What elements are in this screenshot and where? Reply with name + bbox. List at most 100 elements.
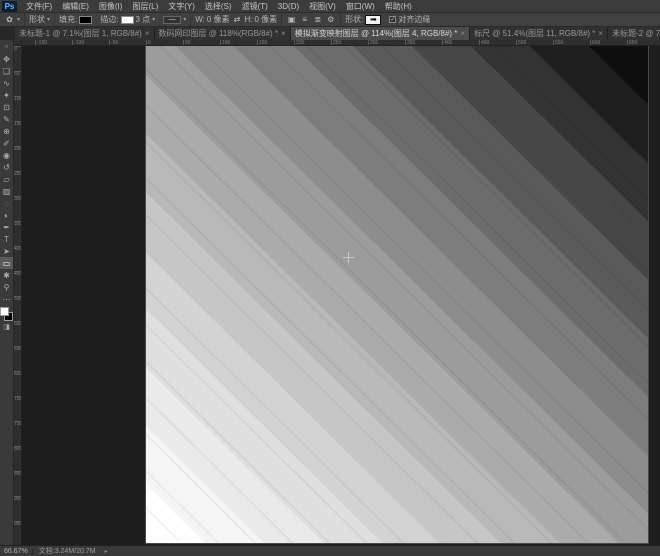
height-value[interactable]: 0 像素 xyxy=(255,14,278,25)
document-tab[interactable]: 未标题-2 @ 73.2%(图层 1, RGB/8#) *× xyxy=(608,27,660,40)
gradient-tool-icon[interactable]: ▨ xyxy=(0,185,13,197)
document-tab-bar: 未标题-1 @ 7.1%(图层 1, RGB/8#) × 数码网印图层 @ 118%… xyxy=(0,27,660,40)
menu-item[interactable]: 编辑(E) xyxy=(57,0,94,13)
document-tab[interactable]: 标尺 @ 51.4%(图层 11, RGB/8#) * × xyxy=(470,27,609,40)
custom-shape-picker[interactable]: 形状: ➡ xyxy=(341,13,385,26)
blur-tool-icon[interactable]: ◌ xyxy=(0,197,13,209)
path-alignment-icon[interactable]: ≡ xyxy=(299,14,310,25)
ruler-tick-label: 300 xyxy=(368,40,379,46)
menu-items: 文件(F) 编辑(E) 图像(I) 图层(L) 文字(Y) 选择(S) 滤镜(T) 3D(D)… xyxy=(21,0,417,13)
ruler-tick-label: 750 xyxy=(14,421,22,427)
quick-selection-tool-icon[interactable]: ✦ xyxy=(0,89,13,101)
menu-item[interactable]: 窗口(W) xyxy=(341,0,380,13)
ruler-tick-label: 50 xyxy=(183,40,191,46)
ruler-tick-label: 0 xyxy=(146,40,151,46)
ruler-tick-label: 400 xyxy=(14,246,22,252)
type-tool-icon[interactable]: T xyxy=(0,233,13,245)
dodge-tool-icon[interactable]: ◐ xyxy=(0,209,13,221)
tool-list: ✥ ❏ ∿ ✦ ⊡ ✎ ⊕ ✐ ◉ ↺ ▱ ▨ ◌ ◐ ✒ T ➤ ▭ ✱ ⚲ ⋯ xyxy=(0,53,13,305)
ruler-tick-label: 700 xyxy=(14,396,22,402)
foreground-color-swatch[interactable] xyxy=(0,307,9,316)
ruler-tick-label: 100 xyxy=(14,96,22,102)
width-value[interactable]: 0 像素 xyxy=(207,14,230,25)
ruler-tick-label: 550 xyxy=(14,321,22,327)
history-brush-tool-icon[interactable]: ↺ xyxy=(0,161,13,173)
menu-item[interactable]: 图像(I) xyxy=(94,0,128,13)
eyedropper-tool-icon[interactable]: ✎ xyxy=(0,113,13,125)
ruler-tick-label: 0 xyxy=(14,46,21,52)
more-tools-icon[interactable]: ⋯ xyxy=(0,293,13,305)
menu-item[interactable]: 文件(F) xyxy=(21,0,57,13)
photoshop-logo: Ps xyxy=(2,0,17,12)
marquee-tool-icon[interactable]: ❏ xyxy=(0,65,13,77)
tab-close-icon[interactable]: × xyxy=(281,29,286,38)
document-tab[interactable]: 数码网印图层 @ 118%(RGB/8#) * × xyxy=(154,27,291,40)
clone-stamp-tool-icon[interactable]: ◉ xyxy=(0,149,13,161)
move-tool-icon[interactable]: ✥ xyxy=(0,53,13,65)
menu-item[interactable]: 图层(L) xyxy=(127,0,163,13)
toolbar-collapse-icon[interactable]: « xyxy=(0,41,13,53)
ruler-tick-label: 200 xyxy=(294,40,305,46)
stroke-style-select[interactable]: — ▾ xyxy=(159,13,192,26)
menu-item[interactable]: 视图(V) xyxy=(304,0,341,13)
align-edges-label: 对齐边缘 xyxy=(398,15,431,24)
path-arrange-icon[interactable]: ≣ xyxy=(312,14,323,25)
vertical-ruler: 0 50 100 150 200 250 300 350 400 450 500 550 600 650 7… xyxy=(14,46,22,545)
lasso-tool-icon[interactable]: ∿ xyxy=(0,77,13,89)
ruler-tick-label: 600 xyxy=(590,40,601,46)
menu-item[interactable]: 帮助(H) xyxy=(380,0,417,13)
fill-control[interactable]: 填充: xyxy=(55,13,96,26)
menu-item[interactable]: 选择(S) xyxy=(200,0,237,13)
stroke-width-value[interactable]: 3 点 xyxy=(136,14,151,25)
combine-shapes-icon[interactable]: ▣ xyxy=(286,14,297,25)
align-edges-control[interactable]: ✓ 对齐边缘 xyxy=(385,13,434,26)
quick-mask-icon[interactable]: ◨ xyxy=(0,321,13,333)
document-tab[interactable]: 模拟渐变映射图层 @ 114%(图层 4, RGB/8#) * × xyxy=(290,27,471,40)
zoom-tool-icon[interactable]: ⚲ xyxy=(0,281,13,293)
path-selection-tool-icon[interactable]: ➤ xyxy=(0,245,13,257)
ruler-tick-label: 100 xyxy=(220,40,231,46)
link-dimensions-icon[interactable]: ⇄ xyxy=(232,14,243,25)
tab-close-icon[interactable]: × xyxy=(598,29,603,38)
shape-mode-select[interactable]: 形状 ▾ xyxy=(25,13,56,26)
ruler-tick-label: 500 xyxy=(14,296,22,302)
stroke-swatch[interactable] xyxy=(120,15,134,24)
hand-tool-icon[interactable]: ✱ xyxy=(0,269,13,281)
gradient-banding-overlay xyxy=(146,46,648,543)
tool-preset-picker[interactable]: ✿ ▾ xyxy=(0,13,26,26)
tab-close-icon[interactable]: × xyxy=(145,29,150,38)
menu-item[interactable]: 文字(Y) xyxy=(163,0,200,13)
ruler-tick-label: 150 xyxy=(14,121,22,127)
shape-tool-icon[interactable]: ▭ xyxy=(0,257,13,269)
ruler-tick-label: 950 xyxy=(14,521,22,527)
ruler-tick-label: 300 xyxy=(14,196,22,202)
stroke-control[interactable]: 描边: 3 点 ▾ xyxy=(96,13,159,26)
document-canvas[interactable] xyxy=(146,46,648,543)
menu-item[interactable]: 3D(D) xyxy=(273,0,304,13)
align-edges-checkbox[interactable]: ✓ xyxy=(389,16,397,23)
shape-mode-value: 形状 xyxy=(29,15,46,24)
gear-icon[interactable]: ⚙ xyxy=(325,14,336,25)
fill-swatch[interactable] xyxy=(79,15,93,24)
zoom-level-field[interactable]: 66.67% xyxy=(0,547,33,555)
ruler-tick-label: 450 xyxy=(14,271,22,277)
arrow-shape-preview-icon[interactable]: ➡ xyxy=(365,14,382,25)
chevron-down-icon: ▾ xyxy=(152,17,156,23)
crop-tool-icon[interactable]: ⊡ xyxy=(0,101,13,113)
status-bar: 66.67% 文档:3.24M/20.7M ▸ xyxy=(0,545,660,556)
ruler-tick-label: 400 xyxy=(442,40,453,46)
pen-tool-icon[interactable]: ✒ xyxy=(0,221,13,233)
tab-close-icon[interactable]: × xyxy=(460,29,465,38)
healing-brush-tool-icon[interactable]: ⊕ xyxy=(0,125,13,137)
brush-tool-icon[interactable]: ✐ xyxy=(0,137,13,149)
menu-bar: Ps 文件(F) 编辑(E) 图像(I) 图层(L) 文字(Y) 选择(S) 滤镜(T) 3D… xyxy=(0,0,660,13)
document-tab[interactable]: 未标题-1 @ 7.1%(图层 1, RGB/8#) × xyxy=(15,27,155,40)
status-options-arrow-icon[interactable]: ▸ xyxy=(102,548,111,555)
document-size-info: 文档:3.24M/20.7M xyxy=(38,548,96,555)
chevron-down-icon: ▾ xyxy=(17,17,21,23)
eraser-tool-icon[interactable]: ▱ xyxy=(0,173,13,185)
menu-item[interactable]: 滤镜(T) xyxy=(237,0,273,13)
tools-panel: « ✥ ❏ ∿ ✦ ⊡ ✎ ⊕ ✐ ◉ ↺ ▱ ▨ ◌ ◐ ✒ T ➤ ▭ ✱ ⚲ ⋯ ◨ xyxy=(0,40,14,545)
ruler-tick-label: 250 xyxy=(14,171,22,177)
path-operations: ▣ ≡ ≣ ⚙ xyxy=(282,13,342,26)
